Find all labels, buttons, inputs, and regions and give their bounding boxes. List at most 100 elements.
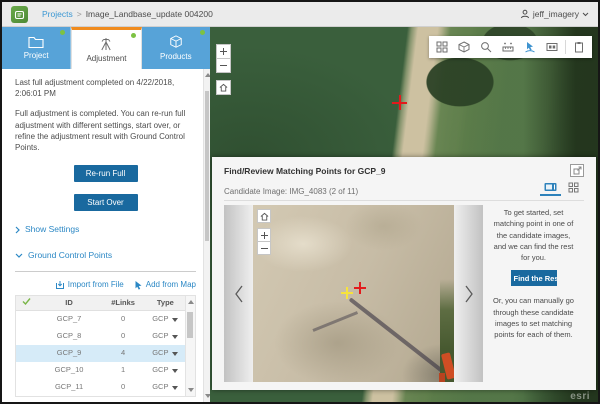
select-icon[interactable] [519,37,541,57]
manual-instructions-text: Or, you can manually go through these ca… [491,295,576,340]
zoom-in-button[interactable] [257,228,271,242]
table-row-gcp8[interactable]: GCP_8 0 GCP [16,328,185,345]
home-extent-button[interactable] [257,209,271,223]
top-bar: Projects > Image_Landbase_update 004200 … [2,2,598,27]
divider [224,200,584,201]
add-from-map-link[interactable]: Add from Map [134,279,196,290]
zoom-out-button[interactable] [216,58,231,73]
tab-project[interactable]: Project [2,27,71,69]
map-attribution: esri [570,391,590,402]
popout-icon[interactable] [570,164,584,177]
table-scrollbar[interactable] [185,296,195,396]
home-icon [219,83,228,92]
gcp-table: ID #Links Type GCP_7 0 GCP GCP_8 0 [15,295,196,397]
dropdown-arrow-icon[interactable] [172,386,178,390]
dropdown-arrow-icon[interactable] [172,352,178,356]
clipboard-icon[interactable] [568,37,590,57]
scroll-down-icon[interactable] [188,388,194,392]
search-icon[interactable] [475,37,497,57]
app-logo-icon[interactable] [11,6,28,23]
home-icon [260,212,269,221]
import-from-file-link[interactable]: Import from File [55,279,124,290]
plus-icon [219,47,228,56]
show-settings-toggle[interactable]: Show Settings [15,224,196,236]
panel-tabs: Project Adjustment Products [2,27,210,69]
gcp-section-toggle[interactable]: Ground Control Points [15,250,196,262]
previous-image-button[interactable] [224,205,253,382]
breadcrumb-projects-link[interactable]: Projects [42,9,73,19]
status-dot-icon [131,33,136,38]
scroll-up-icon[interactable] [188,300,194,304]
map-view[interactable]: esri Find/Review Matching Points for GCP… [210,27,598,402]
chevron-right-icon [464,284,474,304]
find-the-rest-button[interactable]: Find the Rest [511,270,557,286]
dropdown-arrow-icon[interactable] [172,369,178,373]
chevron-down-icon [582,12,589,17]
tab-adjustment[interactable]: Adjustment [71,27,141,69]
dropdown-arrow-icon[interactable] [172,335,178,339]
cursor-icon [134,280,143,290]
footprints-icon[interactable] [431,37,453,57]
scrollbar-thumb[interactable] [205,91,209,241]
person-icon [520,9,530,19]
toolbar-divider [565,40,566,54]
tripod-icon [98,37,114,51]
home-extent-button[interactable] [216,80,231,95]
user-name: jeff_imagery [533,9,579,19]
type-dropdown[interactable]: GCP [146,348,185,359]
app-window: Projects > Image_Landbase_update 004200 … [0,0,600,404]
basemap-icon[interactable] [453,37,475,57]
pole-shadow [349,297,446,374]
zoom-out-button[interactable] [257,241,271,255]
cube-icon [169,35,183,49]
instructions-text: To get started, set matching point in on… [491,207,576,263]
candidate-image-viewer[interactable] [253,205,454,382]
tab-products[interactable]: Products [142,27,210,69]
image-collection-icon[interactable] [541,37,563,57]
panel-title: Find/Review Matching Points for GCP_9 [224,166,386,176]
user-menu[interactable]: jeff_imagery [520,9,589,19]
adjustment-status-text: Last full adjustment completed on 4/22/2… [15,77,196,99]
breadcrumb-separator: > [77,9,82,19]
folder-icon [28,36,44,48]
image-view-icon [544,182,557,192]
rerun-full-button[interactable]: Re-run Full [74,165,138,182]
single-view-toggle[interactable] [540,180,561,196]
status-dot-icon [200,30,205,35]
pole-shadow [312,311,358,332]
table-row-gcp11[interactable]: GCP_11 0 GCP [16,379,185,396]
column-header-links[interactable]: #Links [101,298,146,309]
status-dot-icon [60,30,65,35]
minus-icon [219,61,228,70]
scrollbar-thumb[interactable] [187,312,193,338]
type-dropdown[interactable]: GCP [146,314,185,325]
table-row-gcp9-selected[interactable]: GCP_9 4 GCP [16,345,185,362]
table-row-gcp10[interactable]: GCP_10 1 GCP [16,362,185,379]
table-row-gcp7[interactable]: GCP_7 0 GCP [16,311,185,328]
dropdown-arrow-icon[interactable] [172,318,178,322]
check-icon [22,297,31,305]
column-header-id[interactable]: ID [38,298,101,309]
next-image-button[interactable] [454,205,483,382]
panel-scrollbar[interactable] [203,69,210,402]
start-over-button[interactable]: Start Over [74,194,138,211]
map-toolbar [429,36,592,58]
chevron-left-icon [234,284,244,304]
gcp-marker-cross [392,95,407,110]
import-icon [55,280,65,290]
tab-label: Project [24,51,49,60]
measure-icon[interactable] [497,37,519,57]
page-title: Image_Landbase_update 004200 [86,9,213,19]
type-dropdown[interactable]: GCP [146,331,185,342]
adjustment-description: Full adjustment is completed. You can re… [15,108,196,153]
gcp-table-header: ID #Links Type [16,296,185,311]
gcp-cross-red [354,282,366,294]
divider [15,271,196,272]
chevron-right-icon [15,226,20,234]
chevron-down-icon [15,253,23,258]
type-dropdown[interactable]: GCP [146,382,185,393]
grid-view-toggle[interactable] [563,180,584,196]
column-header-type[interactable]: Type [146,298,185,309]
zoom-in-button[interactable] [216,44,231,59]
type-dropdown[interactable]: GCP [146,365,185,376]
